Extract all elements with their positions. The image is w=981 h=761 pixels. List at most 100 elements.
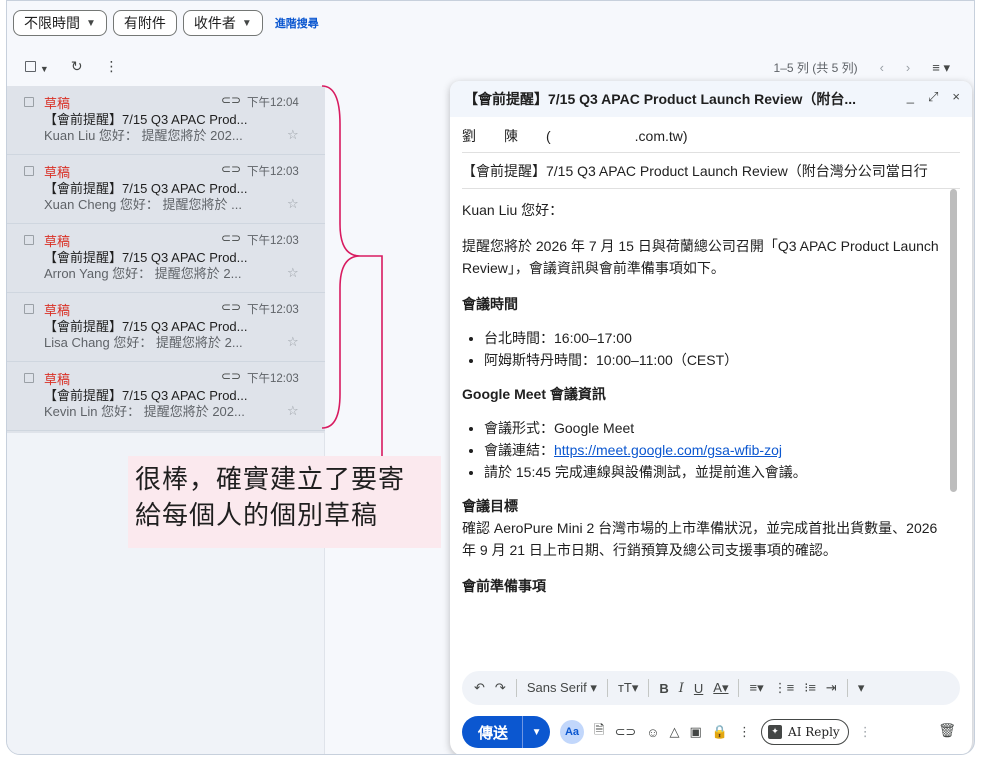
next-page-icon[interactable]: › xyxy=(906,60,910,75)
annotation-callout: 很棒，確實建立了要寄 給每個人的個別草稿 xyxy=(128,456,441,548)
list-toolbar: ▼ ↻ ⋮ xyxy=(25,58,119,75)
meet-info-heading: Google Meet 會議資訊 xyxy=(462,386,606,402)
ai-reply-label: AI Reply xyxy=(788,725,840,739)
attachment-icon: ⊂⊃ xyxy=(221,162,242,176)
message-snippet: Xuan Cheng 您好： 提醒您將於 ... xyxy=(44,197,242,212)
message-snippet: Kevin Lin 您好： 提醒您將於 202... xyxy=(44,404,245,419)
message-snippet: Arron Yang 您好： 提醒您將於 2... xyxy=(44,266,242,281)
italic-icon[interactable]: I xyxy=(679,681,684,696)
attachment-filter-chip[interactable]: 有附件 xyxy=(112,10,177,36)
compose-window: 【會前提醒】7/15 Q3 APAC Product Launch Review… xyxy=(450,81,972,754)
row-checkbox[interactable] xyxy=(24,97,34,107)
send-button[interactable]: 傳送 ▼ xyxy=(462,716,551,748)
list-item[interactable]: 草稿 ⊂⊃ 下午12:03 【會前提醒】7/15 Q3 APAC Prod...… xyxy=(7,362,325,431)
row-checkbox[interactable] xyxy=(24,304,34,314)
compose-window-controls: _ ⤢ × xyxy=(907,89,960,105)
confidential-mode-icon[interactable]: 🔒 xyxy=(712,724,728,740)
align-icon[interactable]: ≡▾ xyxy=(749,680,763,696)
message-body[interactable]: Kuan Liu 您好： 提醒您將於 2026 年 7 月 15 日與荷蘭總公司… xyxy=(462,199,950,609)
message-time: 下午12:03 xyxy=(247,373,299,385)
numbered-list-icon[interactable]: ⋮≡ xyxy=(774,680,795,696)
subject-field[interactable]: 【會前提醒】7/15 Q3 APAC Product Launch Review… xyxy=(462,153,960,189)
message-list: 草稿 ⊂⊃ 下午12:04 【會前提醒】7/15 Q3 APAC Prod...… xyxy=(7,86,325,754)
ai-reply-button[interactable]: ✦ AI Reply xyxy=(761,719,849,745)
pagination: 1–5 列 (共 5 列) ‹ › ≡ ▾ xyxy=(774,59,950,76)
message-time: 下午12:03 xyxy=(247,235,299,247)
formatting-toolbar: ↶ ↷ Sans Serif ▾ тT▾ B I U A▾ ≡▾ ⋮≡ ⁝≡ ⇥… xyxy=(462,671,960,705)
star-icon[interactable]: ☆ xyxy=(287,265,299,281)
advanced-search-link[interactable]: 進階搜尋 xyxy=(275,15,319,31)
indent-icon[interactable]: ⇥ xyxy=(826,680,837,696)
time-filter-label: 不限時間 xyxy=(24,15,80,31)
annotation-line-1: 很棒，確實建立了要寄 xyxy=(135,465,406,495)
minimize-icon[interactable]: _ xyxy=(907,89,914,105)
star-icon[interactable]: ☆ xyxy=(287,127,299,143)
text-size-icon[interactable]: тT▾ xyxy=(618,680,638,696)
recipients-field[interactable]: 劉 陳 ( .com.tw) xyxy=(462,119,960,153)
close-icon[interactable]: × xyxy=(952,89,960,105)
more-options-icon[interactable]: ⋮ xyxy=(738,724,751,740)
star-icon[interactable]: ☆ xyxy=(287,334,299,350)
density-menu-icon[interactable]: ≡ ▾ xyxy=(932,60,950,76)
goal-paragraph: 確認 AeroPure Mini 2 台灣市場的上市準備狀況，並完成首批出貨數量… xyxy=(462,520,938,558)
undo-icon[interactable]: ↶ xyxy=(474,680,485,696)
list-item: 會議形式：Google Meet xyxy=(484,417,950,439)
drive-icon[interactable]: △ xyxy=(670,724,680,740)
message-time: 下午12:03 xyxy=(247,166,299,178)
list-item[interactable]: 草稿 ⊂⊃ 下午12:03 【會前提醒】7/15 Q3 APAC Prod...… xyxy=(7,224,325,293)
list-item: 請於 15:45 完成連線與設備測試，並提前進入會議。 xyxy=(484,461,950,483)
compose-header[interactable]: 【會前提醒】7/15 Q3 APAC Product Launch Review… xyxy=(450,81,972,117)
compose-footer: 傳送 ▼ Aa 🗎 ⊂⊃ ☺ △ ▣ 🔒 ⋮ ✦ AI Reply ⋮ 🗑 xyxy=(462,716,960,748)
row-checkbox[interactable] xyxy=(24,235,34,245)
annotation-line-2: 給每個人的個別草稿 xyxy=(135,501,379,531)
intro-paragraph: 提醒您將於 2026 年 7 月 15 日與荷蘭總公司召開「Q3 APAC Pr… xyxy=(462,238,939,276)
font-select[interactable]: Sans Serif ▾ xyxy=(527,680,597,696)
time-filter-chip[interactable]: 不限時間 ▼ xyxy=(13,10,107,36)
list-item: 會議連結：https://meet.google.com/gsa-wfib-zo… xyxy=(484,439,950,461)
more-formatting-icon[interactable]: ▾ xyxy=(858,680,865,696)
more-vert-icon[interactable]: ⋮ xyxy=(105,58,119,75)
bold-icon[interactable]: B xyxy=(659,681,668,696)
gmail-app: 不限時間 ▼ 有附件 收件者 ▼ 進階搜尋 ▼ ↻ ⋮ 1–5 列 (共 5 列) … xyxy=(6,0,975,755)
scrollbar[interactable] xyxy=(950,189,957,492)
insert-photo-icon[interactable]: ▣ xyxy=(690,724,702,740)
bulleted-list-icon[interactable]: ⁝≡ xyxy=(804,680,816,696)
expand-icon[interactable]: ⤢ xyxy=(928,89,938,105)
send-label: 傳送 xyxy=(478,724,509,742)
chevron-down-icon: ▼ xyxy=(86,17,96,29)
list-item[interactable]: 草稿 ⊂⊃ 下午12:03 【會前提醒】7/15 Q3 APAC Prod...… xyxy=(7,293,325,362)
select-all-checkbox[interactable]: ▼ xyxy=(25,59,49,75)
prev-page-icon[interactable]: ‹ xyxy=(880,60,884,75)
row-checkbox[interactable] xyxy=(24,166,34,176)
more-vert-icon[interactable]: ⋮ xyxy=(859,724,872,740)
star-icon[interactable]: ☆ xyxy=(287,196,299,212)
chevron-down-icon: ▼ xyxy=(39,63,49,74)
list-item[interactable]: 草稿 ⊂⊃ 下午12:03 【會前提醒】7/15 Q3 APAC Prod...… xyxy=(7,155,325,224)
emoji-icon[interactable]: ☺ xyxy=(646,725,659,740)
star-icon[interactable]: ☆ xyxy=(287,403,299,419)
prep-heading: 會前準備事項 xyxy=(462,578,546,594)
attachment-icon: ⊂⊃ xyxy=(221,300,242,314)
underline-icon[interactable]: U xyxy=(694,681,703,696)
insert-link-icon[interactable]: ⊂⊃ xyxy=(614,724,636,740)
redo-icon[interactable]: ↷ xyxy=(495,680,506,696)
meet-link[interactable]: https://meet.google.com/gsa-wfib-zoj xyxy=(554,442,782,458)
search-filter-chips: 不限時間 ▼ 有附件 收件者 ▼ 進階搜尋 xyxy=(13,10,319,36)
list-item[interactable]: 草稿 ⊂⊃ 下午12:04 【會前提醒】7/15 Q3 APAC Prod...… xyxy=(7,86,325,155)
formatting-options-icon[interactable]: Aa xyxy=(560,720,585,744)
refresh-icon[interactable]: ↻ xyxy=(71,58,83,75)
attach-file-icon[interactable]: 🗎 xyxy=(594,721,604,743)
list-item: 阿姆斯特丹時間：10:00–11:00（CEST） xyxy=(484,349,950,371)
delete-draft-icon[interactable]: 🗑 xyxy=(938,722,956,739)
text-color-icon[interactable]: A▾ xyxy=(713,680,728,696)
meeting-time-list: 台北時間：16:00–17:00 阿姆斯特丹時間：10:00–11:00（CES… xyxy=(484,327,950,371)
attachment-filter-label: 有附件 xyxy=(123,15,166,31)
meet-info-list: 會議形式：Google Meet 會議連結：https://meet.googl… xyxy=(484,417,950,483)
ai-reply-icon: ✦ xyxy=(768,725,783,739)
recipient-filter-chip[interactable]: 收件者 ▼ xyxy=(182,10,263,36)
row-checkbox[interactable] xyxy=(24,373,34,383)
meet-link-label: 會議連結： xyxy=(484,442,554,458)
send-options-icon[interactable]: ▼ xyxy=(522,716,550,748)
message-time: 下午12:03 xyxy=(247,304,299,316)
compose-title: 【會前提醒】7/15 Q3 APAC Product Launch Review… xyxy=(464,91,857,107)
